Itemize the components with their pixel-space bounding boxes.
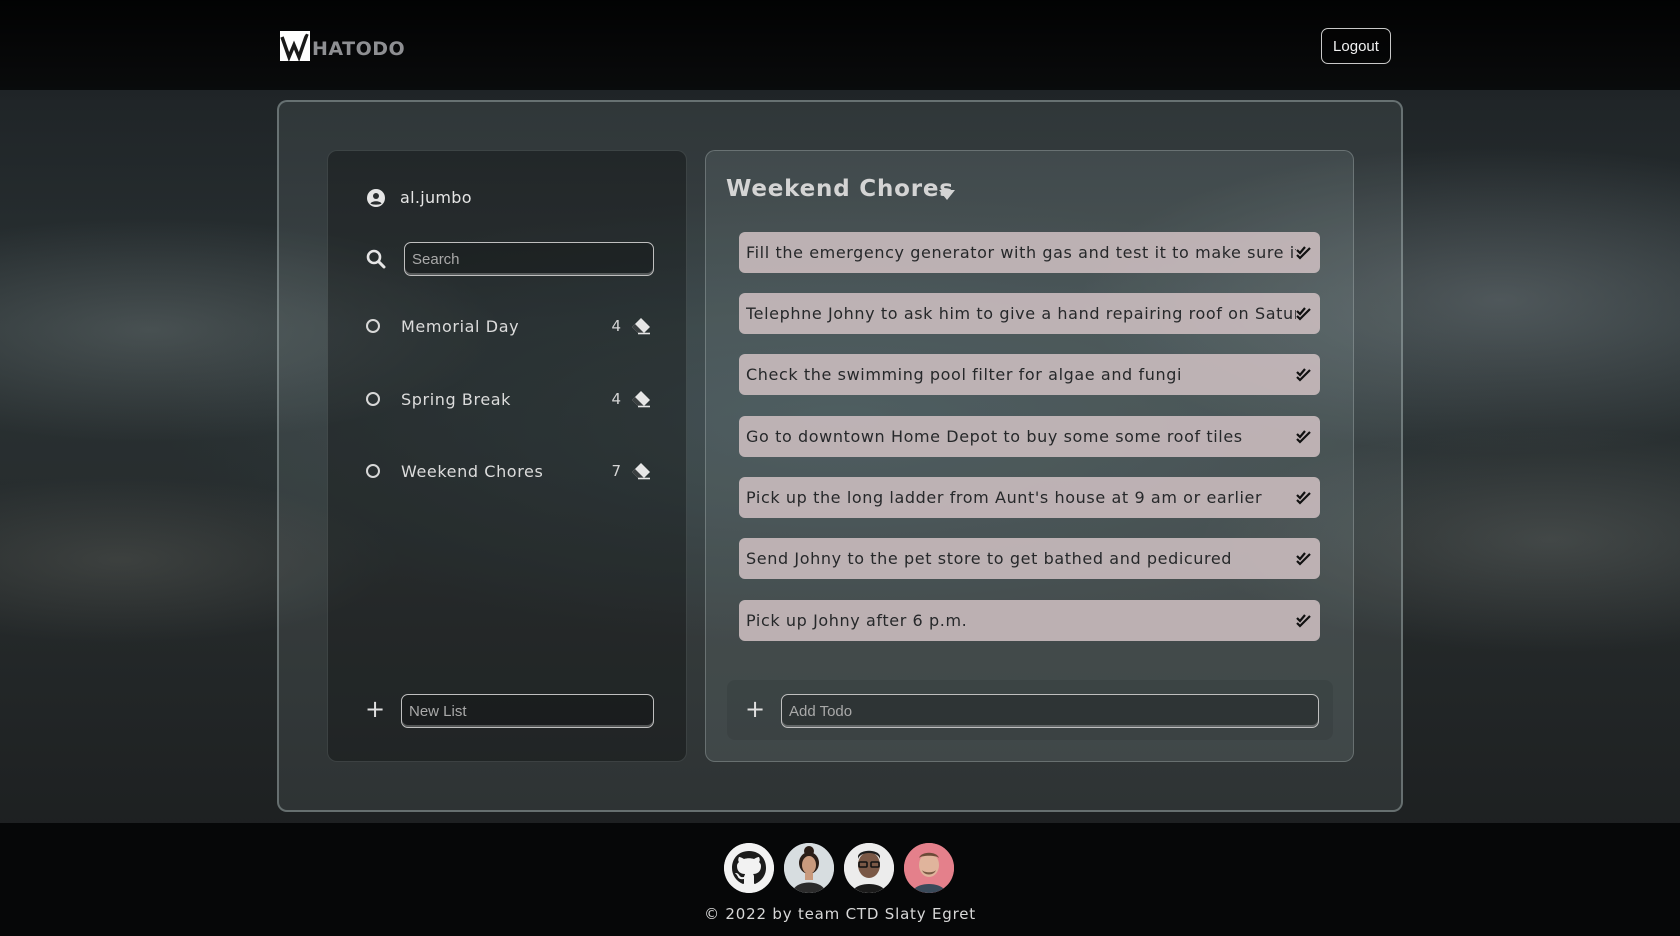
- list-item-memorial-day[interactable]: Memorial Day 4: [366, 313, 656, 339]
- logout-button[interactable]: Logout: [1321, 28, 1391, 64]
- todo-text: Check the swimming pool filter for algae…: [746, 365, 1183, 384]
- todo-text: Pick up the long ladder from Aunt's hous…: [746, 488, 1263, 507]
- double-check-icon[interactable]: [1296, 429, 1312, 444]
- list-label: Spring Break: [401, 389, 512, 409]
- team-member-avatar[interactable]: [844, 843, 894, 893]
- search-input[interactable]: [404, 242, 654, 276]
- logo-mark-icon: [280, 31, 310, 61]
- add-todo-icon[interactable]: +: [741, 695, 769, 723]
- eraser-icon[interactable]: [631, 390, 651, 408]
- todo-text: Go to downtown Home Depot to buy some so…: [746, 427, 1243, 446]
- list-count: 4: [611, 317, 621, 335]
- list-radio[interactable]: [366, 392, 380, 406]
- todo-item[interactable]: Pick up the long ladder from Aunt's hous…: [739, 477, 1320, 518]
- list-radio[interactable]: [366, 319, 380, 333]
- list-label: Memorial Day: [401, 316, 520, 336]
- todo-item[interactable]: Pick up Johny after 6 p.m.: [739, 600, 1320, 641]
- todo-item[interactable]: Go to downtown Home Depot to buy some so…: [739, 416, 1320, 457]
- double-check-icon[interactable]: [1296, 245, 1312, 260]
- caret-down-icon[interactable]: [939, 190, 955, 200]
- todo-item[interactable]: Telephne Johny to ask him to give a hand…: [739, 293, 1320, 334]
- list-item-weekend-chores[interactable]: Weekend Chores 7: [366, 458, 656, 484]
- new-list-input[interactable]: [401, 694, 654, 728]
- list-radio[interactable]: [366, 464, 380, 478]
- add-todo-input[interactable]: [781, 694, 1319, 728]
- double-check-icon[interactable]: [1296, 551, 1312, 566]
- double-check-icon[interactable]: [1296, 490, 1312, 505]
- double-check-icon[interactable]: [1296, 367, 1312, 382]
- todo-item[interactable]: Check the swimming pool filter for algae…: [739, 354, 1320, 395]
- todo-text: Fill the emergency generator with gas an…: [746, 243, 1296, 262]
- list-title: Weekend Chores: [726, 176, 954, 202]
- double-check-icon[interactable]: [1296, 306, 1312, 321]
- list-count: 7: [611, 462, 621, 480]
- double-check-icon[interactable]: [1296, 613, 1312, 628]
- add-list-icon[interactable]: +: [361, 695, 389, 723]
- todo-text: Telephne Johny to ask him to give a hand…: [746, 304, 1296, 323]
- todo-text: Pick up Johny after 6 p.m.: [746, 611, 968, 630]
- top-header: HATODO Logout: [0, 0, 1680, 90]
- copyright-text: © 2022 by team CTD Slaty Egret: [704, 905, 976, 923]
- list-item-spring-break[interactable]: Spring Break 4: [366, 386, 656, 412]
- team-member-avatar[interactable]: [784, 843, 834, 893]
- list-count: 4: [611, 390, 621, 408]
- user-info: al.jumbo: [367, 188, 472, 207]
- github-icon[interactable]: [724, 843, 774, 893]
- team-member-avatar[interactable]: [904, 843, 954, 893]
- eraser-icon[interactable]: [631, 462, 651, 480]
- todo-text: Send Johny to the pet store to get bathe…: [746, 549, 1233, 568]
- app-logo[interactable]: HATODO: [280, 28, 405, 64]
- todo-item[interactable]: Fill the emergency generator with gas an…: [739, 232, 1320, 273]
- list-label: Weekend Chores: [401, 461, 544, 481]
- search-icon: [366, 249, 386, 269]
- todo-item[interactable]: Send Johny to the pet store to get bathe…: [739, 538, 1320, 579]
- user-circle-icon: [367, 188, 385, 207]
- username: al.jumbo: [400, 188, 472, 207]
- logo-text: HATODO: [312, 37, 406, 60]
- eraser-icon[interactable]: [631, 317, 651, 335]
